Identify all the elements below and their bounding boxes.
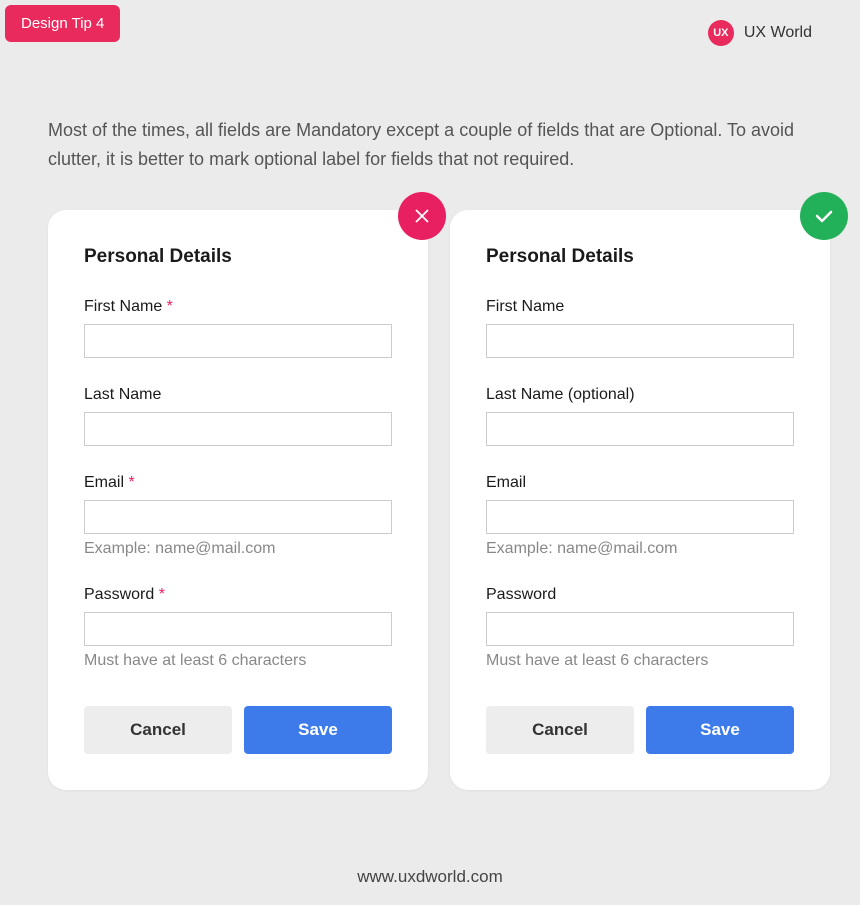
required-asterisk: * bbox=[128, 474, 134, 491]
design-tip-badge: Design Tip 4 bbox=[5, 5, 120, 42]
email-group: Email * Example: name@mail.com bbox=[84, 474, 392, 558]
form-card-bad: Personal Details First Name * Last Name … bbox=[48, 210, 428, 790]
check-icon bbox=[800, 192, 848, 240]
button-row: Cancel Save bbox=[486, 706, 794, 754]
email-label: Email * bbox=[84, 474, 392, 492]
last-name-group: Last Name bbox=[84, 386, 392, 446]
ux-logo-icon: UX bbox=[708, 20, 734, 46]
first-name-group: First Name * bbox=[84, 298, 392, 358]
form-card-good: Personal Details First Name Last Name (o… bbox=[450, 210, 830, 790]
last-name-input[interactable] bbox=[486, 412, 794, 446]
save-button[interactable]: Save bbox=[646, 706, 794, 754]
card-title: Personal Details bbox=[84, 246, 392, 268]
first-name-group: First Name bbox=[486, 298, 794, 358]
password-label: Password * bbox=[84, 586, 392, 604]
tip-description: Most of the times, all fields are Mandat… bbox=[48, 116, 812, 174]
password-input[interactable] bbox=[486, 612, 794, 646]
email-input[interactable] bbox=[84, 500, 392, 534]
email-group: Email Example: name@mail.com bbox=[486, 474, 794, 558]
brand: UX UX World bbox=[708, 20, 812, 46]
last-name-group: Last Name (optional) bbox=[486, 386, 794, 446]
last-name-input[interactable] bbox=[84, 412, 392, 446]
last-name-label: Last Name bbox=[84, 386, 392, 404]
password-group: Password * Must have at least 6 characte… bbox=[84, 586, 392, 670]
required-asterisk: * bbox=[167, 298, 173, 315]
password-input[interactable] bbox=[84, 612, 392, 646]
cancel-button[interactable]: Cancel bbox=[84, 706, 232, 754]
cross-icon bbox=[398, 192, 446, 240]
password-group: Password Must have at least 6 characters bbox=[486, 586, 794, 670]
save-button[interactable]: Save bbox=[244, 706, 392, 754]
first-name-label: First Name bbox=[486, 298, 794, 316]
first-name-input[interactable] bbox=[84, 324, 392, 358]
password-hint: Must have at least 6 characters bbox=[84, 652, 392, 670]
last-name-label: Last Name (optional) bbox=[486, 386, 794, 404]
required-asterisk: * bbox=[159, 586, 165, 603]
card-title: Personal Details bbox=[486, 246, 794, 268]
email-input[interactable] bbox=[486, 500, 794, 534]
cards-container: Personal Details First Name * Last Name … bbox=[48, 210, 832, 790]
password-hint: Must have at least 6 characters bbox=[486, 652, 794, 670]
footer-url: www.uxdworld.com bbox=[0, 867, 860, 887]
email-hint: Example: name@mail.com bbox=[486, 540, 794, 558]
button-row: Cancel Save bbox=[84, 706, 392, 754]
cancel-button[interactable]: Cancel bbox=[486, 706, 634, 754]
email-hint: Example: name@mail.com bbox=[84, 540, 392, 558]
first-name-input[interactable] bbox=[486, 324, 794, 358]
brand-name: UX World bbox=[744, 24, 812, 42]
password-label: Password bbox=[486, 586, 794, 604]
first-name-label: First Name * bbox=[84, 298, 392, 316]
email-label: Email bbox=[486, 474, 794, 492]
